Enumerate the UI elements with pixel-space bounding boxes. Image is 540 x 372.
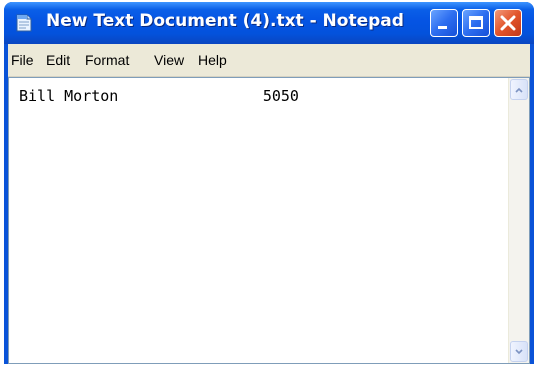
minimize-button[interactable] <box>430 9 458 37</box>
title-bar[interactable]: New Text Document (4).txt - Notepad <box>4 2 534 44</box>
close-icon <box>500 15 516 31</box>
notepad-icon <box>16 14 32 32</box>
menu-edit[interactable]: Edit <box>46 52 70 68</box>
scroll-down-button[interactable] <box>510 341 528 362</box>
editor-content[interactable]: Bill Morton 5050 <box>19 87 299 105</box>
menu-view[interactable]: View <box>154 52 184 68</box>
window-title: New Text Document (4).txt - Notepad <box>46 11 404 31</box>
scroll-up-button[interactable] <box>510 79 528 100</box>
maximize-icon <box>469 16 483 29</box>
minimize-icon <box>438 26 447 29</box>
close-button[interactable] <box>494 9 522 37</box>
text-editor[interactable]: Bill Morton 5050 <box>8 77 530 364</box>
menu-format[interactable]: Format <box>85 52 129 68</box>
chevron-up-icon <box>515 87 523 93</box>
menu-bar: File Edit Format View Help <box>8 44 530 77</box>
maximize-button[interactable] <box>462 9 490 37</box>
notepad-window: New Text Document (4).txt - Notepad File… <box>4 2 534 364</box>
vertical-scrollbar[interactable] <box>508 78 529 363</box>
menu-file[interactable]: File <box>11 52 34 68</box>
menu-help[interactable]: Help <box>198 52 227 68</box>
chevron-down-icon <box>515 349 523 355</box>
